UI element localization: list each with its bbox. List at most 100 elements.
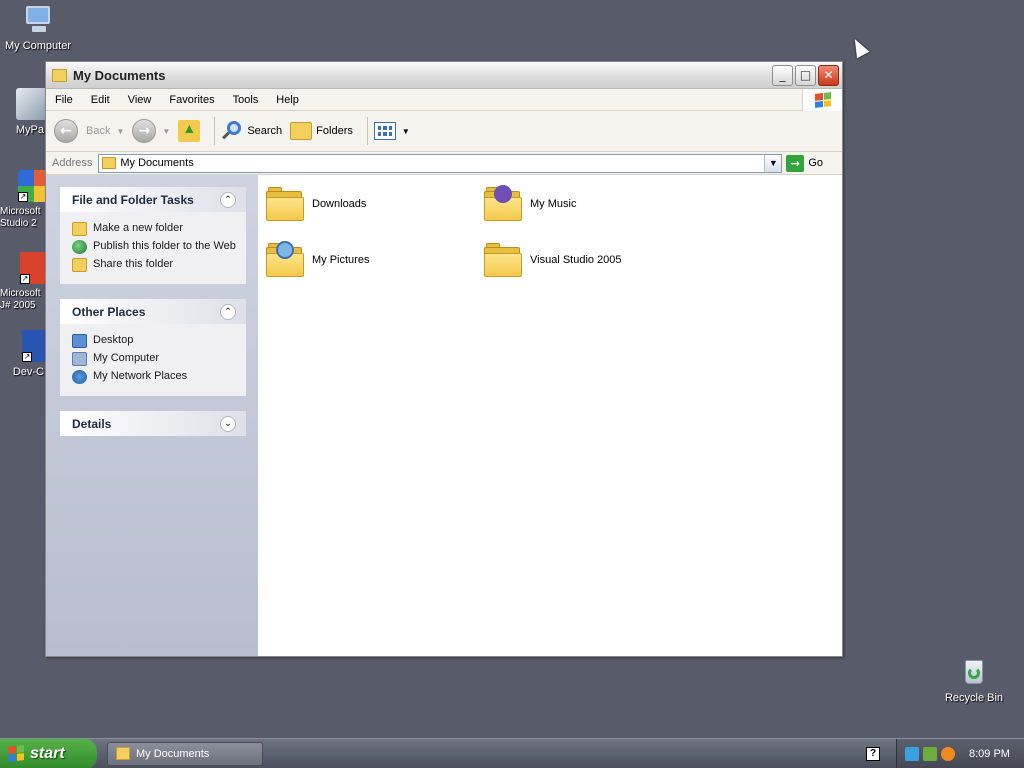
my-documents-icon: [102, 157, 117, 169]
folder-item-my-music[interactable]: My Music: [484, 185, 577, 221]
panel-header[interactable]: Details ⌄: [60, 411, 246, 436]
toolbar-separator: [366, 117, 368, 145]
menu-favorites[interactable]: Favorites: [160, 94, 223, 106]
back-label: Back: [86, 125, 111, 137]
collapse-icon[interactable]: ⌃: [220, 191, 236, 208]
close-button[interactable]: ✕: [818, 64, 839, 86]
views-button[interactable]: ▼: [373, 122, 410, 140]
application-icon: [16, 88, 48, 120]
folder-up-icon: [178, 120, 201, 142]
collapse-icon[interactable]: ⌃: [220, 303, 236, 320]
menu-bar: File Edit View Favorites Tools Help: [46, 89, 842, 111]
address-dropdown-icon[interactable]: ▼: [764, 154, 782, 172]
desktop-icon-dev-cpp[interactable]: ↗ Dev-C: [0, 330, 46, 378]
desktop-icon-label: Microsoft J# 2005: [0, 288, 41, 311]
search-tray-icon[interactable]: [941, 746, 955, 761]
folders-label: Folders: [316, 125, 353, 137]
desktop-icon-label: Microsoft Studio 2: [0, 206, 41, 229]
toolbar-separator: [214, 117, 216, 145]
title-bar[interactable]: My Documents _ □ ✕: [46, 62, 842, 89]
shortcut-arrow-icon: ↗: [18, 192, 28, 202]
go-arrow-icon: →: [786, 154, 805, 172]
search-button[interactable]: Search: [221, 120, 282, 142]
system-tray: 8:09 PM: [896, 738, 1024, 768]
window-controls: _ □ ✕: [772, 64, 839, 86]
back-dropdown-icon[interactable]: ▼: [116, 127, 124, 136]
panel-header[interactable]: Other Places ⌃: [60, 299, 246, 324]
folder-icon: [484, 243, 522, 277]
search-icon: [221, 120, 243, 142]
start-button[interactable]: start: [0, 738, 97, 768]
go-button[interactable]: → Go: [786, 154, 824, 172]
address-input[interactable]: My Documents ▼: [98, 153, 783, 173]
file-folder-tasks-panel: File and Folder Tasks ⌃ Make a new folde…: [60, 187, 246, 284]
shortcut-arrow-icon: ↗: [22, 352, 32, 362]
folders-button[interactable]: Folders: [290, 122, 353, 140]
minimize-button[interactable]: _: [772, 64, 793, 86]
dev-cpp-icon: ↗: [22, 330, 46, 362]
windows-logo-icon: [802, 89, 842, 111]
network-tray-icon[interactable]: [905, 746, 919, 761]
desktop-icon-label: MyPa: [15, 124, 44, 136]
place-my-computer[interactable]: My Computer: [72, 352, 238, 366]
my-documents-icon: [52, 68, 67, 82]
window-content: File and Folder Tasks ⌃ Make a new folde…: [46, 175, 842, 656]
panel-title: Details: [72, 416, 112, 431]
task-share-folder[interactable]: Share this folder: [72, 258, 238, 272]
windows-logo-icon: [8, 745, 24, 762]
music-folder-icon: [484, 185, 522, 221]
window-title: My Documents: [73, 67, 166, 83]
menu-file[interactable]: File: [46, 94, 82, 106]
menu-view[interactable]: View: [119, 94, 161, 106]
folder-icon: [266, 187, 304, 221]
publish-web-icon: [72, 240, 87, 254]
desktop-icon-jsharp[interactable]: ↗ Microsoft J# 2005: [0, 252, 46, 312]
views-dropdown-icon: ▼: [401, 126, 410, 136]
recycle-bin-icon: [958, 656, 990, 688]
taskbar: start My Documents ? 8:09 PM: [0, 738, 1024, 768]
panel-title: File and Folder Tasks: [72, 192, 194, 207]
taskbar-button-label: My Documents: [136, 747, 210, 760]
desktop-icon-visual-studio[interactable]: ↗ Microsoft Studio 2: [0, 170, 46, 230]
help-icon[interactable]: ?: [866, 746, 880, 761]
desktop-icon-label: Recycle Bin: [944, 692, 1004, 704]
desktop-icon-label: Dev-C: [12, 366, 44, 378]
panel-header[interactable]: File and Folder Tasks ⌃: [60, 187, 246, 212]
task-make-new-folder[interactable]: Make a new folder: [72, 222, 238, 236]
desktop-icon-my-computer[interactable]: My Computer: [0, 4, 76, 52]
start-label: start: [30, 744, 65, 762]
folders-icon: [290, 122, 313, 140]
place-label: Desktop: [93, 334, 134, 346]
up-button[interactable]: [178, 120, 201, 142]
forward-dropdown-icon[interactable]: ▼: [162, 127, 170, 136]
clock[interactable]: 8:09 PM: [969, 748, 1010, 760]
visual-studio-icon: ↗: [18, 170, 46, 202]
menu-help[interactable]: Help: [267, 94, 308, 106]
expand-icon[interactable]: ⌄: [220, 415, 236, 432]
place-my-network-places[interactable]: My Network Places: [72, 370, 238, 384]
menu-tools[interactable]: Tools: [224, 94, 268, 106]
computer-icon: [22, 4, 54, 36]
place-desktop[interactable]: Desktop: [72, 334, 238, 348]
folder-name: My Music: [530, 198, 577, 210]
task-publish-folder[interactable]: Publish this folder to the Web: [72, 240, 238, 254]
maximize-button[interactable]: □: [795, 64, 816, 86]
panel-title: Other Places: [72, 304, 146, 319]
forward-button[interactable]: → ▼: [132, 119, 170, 143]
jsharp-icon: ↗: [20, 252, 46, 284]
details-panel: Details ⌄: [60, 411, 246, 436]
folder-name: My Pictures: [312, 254, 370, 266]
go-label: Go: [808, 157, 824, 169]
new-folder-icon: [72, 222, 87, 236]
update-tray-icon[interactable]: [923, 746, 937, 761]
folder-item-visual-studio-2005[interactable]: Visual Studio 2005: [484, 243, 622, 277]
menu-edit[interactable]: Edit: [82, 94, 119, 106]
folder-item-downloads[interactable]: Downloads: [266, 187, 366, 221]
desktop-icon-recycle-bin[interactable]: Recycle Bin: [936, 656, 1012, 704]
panel-body: Make a new folder Publish this folder to…: [60, 212, 246, 284]
folder-item-my-pictures[interactable]: My Pictures: [266, 241, 370, 277]
taskbar-button-my-documents[interactable]: My Documents: [107, 741, 263, 766]
desktop-icon-mypa[interactable]: MyPa: [0, 88, 48, 136]
back-button[interactable]: ← Back ▼: [54, 119, 124, 143]
my-documents-icon: [116, 747, 130, 760]
